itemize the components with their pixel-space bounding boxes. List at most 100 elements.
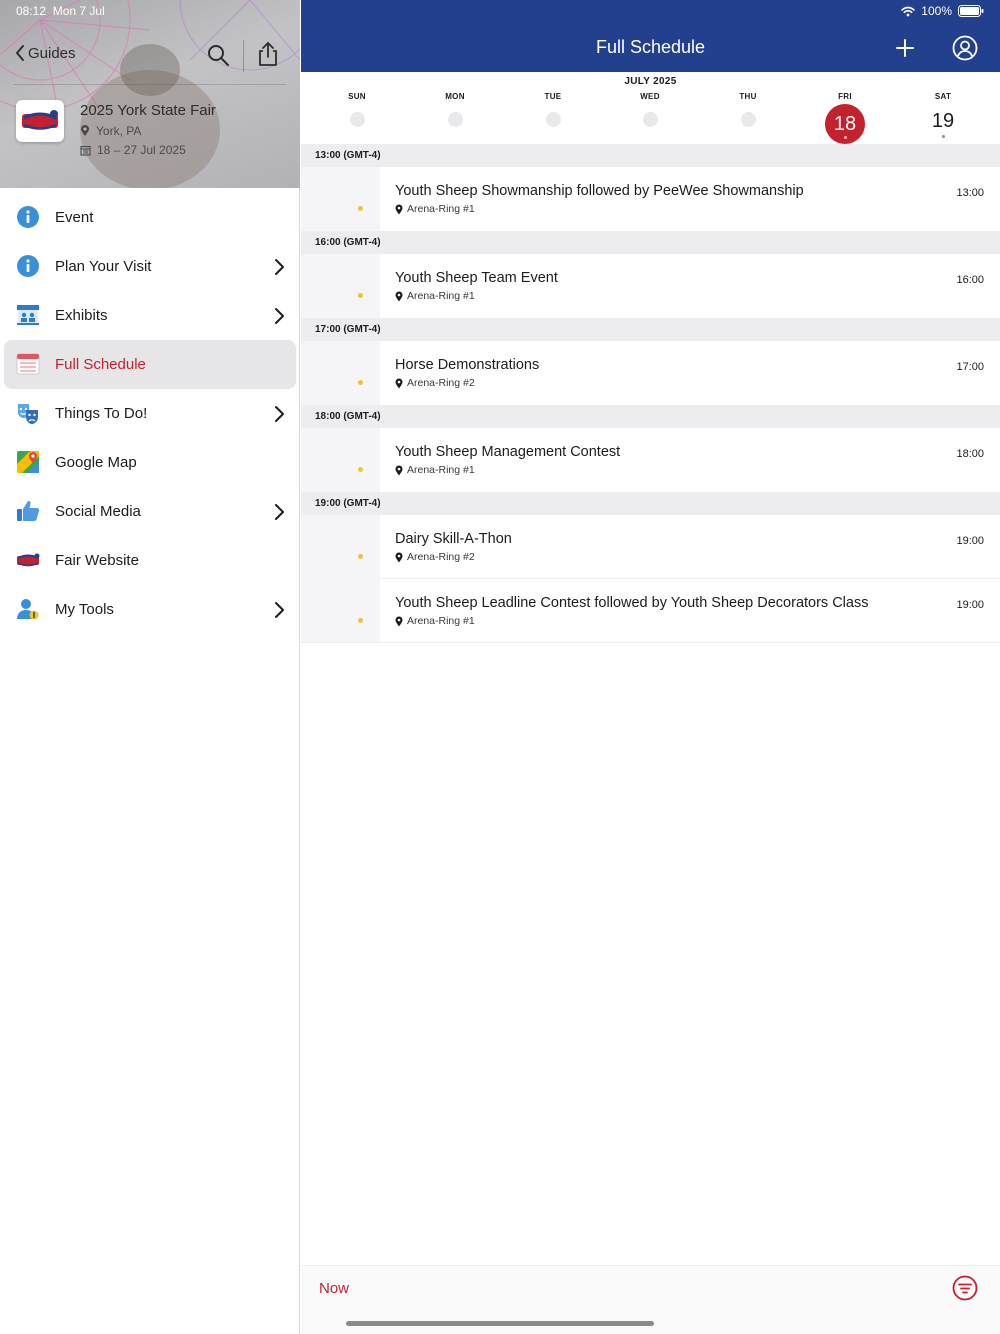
chevron-left-icon <box>16 45 24 61</box>
back-to-guides-button[interactable]: Guides <box>14 44 76 62</box>
event-indicator-dot <box>358 293 363 298</box>
event-indicator-dot <box>358 467 363 472</box>
event-location-text: Arena-Ring #1 <box>407 615 475 627</box>
toolbar-divider <box>243 40 244 72</box>
event-row[interactable]: 19:00 Youth Sheep Leadline Contest follo… <box>301 579 1000 643</box>
event-location-text: Arena-Ring #2 <box>407 377 475 389</box>
sidebar: 08:12 Mon 7 Jul Guides 2025 York State F… <box>0 0 300 1334</box>
google-maps-icon <box>17 451 39 473</box>
calendar-day-wed[interactable]: WED <box>620 92 680 127</box>
sidebar-item-label: Things To Do! <box>55 405 148 422</box>
event-hero-banner: 08:12 Mon 7 Jul Guides 2025 York State F… <box>0 0 300 188</box>
sidebar-item-plan-your-visit[interactable]: Plan Your Visit <box>0 242 300 291</box>
theater-masks-icon <box>18 404 38 424</box>
location-pin-icon <box>395 465 403 475</box>
back-button-label: Guides <box>28 44 76 62</box>
thumbs-up-icon <box>17 501 40 521</box>
time-column <box>301 428 380 492</box>
event-location-text: Arena-Ring #2 <box>407 551 475 563</box>
event-title: Dairy Skill-A-Thon <box>395 531 512 547</box>
schedule-list: 13:00 (GMT-4) 13:00 Youth Sheep Showmans… <box>301 144 1000 643</box>
search-icon[interactable] <box>206 43 230 67</box>
ferris-wheel-background-image <box>0 0 300 188</box>
info-icon <box>17 206 39 228</box>
sidebar-item-label: Full Schedule <box>55 356 146 373</box>
calendar-small-icon <box>80 145 91 156</box>
sidebar-item-things-to-do[interactable]: Things To Do! <box>0 389 300 438</box>
day-number: 19 <box>931 110 955 132</box>
event-title: Youth Sheep Management Contest <box>395 444 621 460</box>
time-section-header: 19:00 (GMT-4) <box>301 492 1000 515</box>
event-row[interactable]: 18:00 Youth Sheep Management Contest Are… <box>301 428 1000 492</box>
day-number-wrap: 19 <box>913 110 973 138</box>
time-column <box>301 167 380 231</box>
calendar-day-sun[interactable]: SUN <box>327 92 387 127</box>
day-name: FRI <box>838 92 852 101</box>
event-dates: 18 – 27 Jul 2025 <box>80 143 186 157</box>
event-row[interactable]: 19:00 Dairy Skill-A-Thon Arena-Ring #2 <box>301 515 1000 579</box>
status-clock: 08:12 <box>16 4 47 18</box>
week-calendar-strip: JULY 2025 SUN MON TUE WED THU FRI 18 SAT… <box>301 72 1000 144</box>
event-time: 19:00 <box>956 599 984 611</box>
location-pin-icon <box>395 552 403 562</box>
chevron-right-icon <box>275 602 284 618</box>
event-indicator-dot <box>358 554 363 559</box>
sidebar-item-event[interactable]: Event <box>0 193 300 242</box>
home-indicator[interactable] <box>346 1321 654 1326</box>
sidebar-item-full-schedule[interactable]: Full Schedule <box>4 340 296 389</box>
event-location: Arena-Ring #1 <box>395 615 475 627</box>
sidebar-item-my-tools[interactable]: My Tools <box>0 585 300 634</box>
status-date: Mon 7 Jul <box>52 4 105 18</box>
event-row[interactable]: 16:00 Youth Sheep Team Event Arena-Ring … <box>301 254 1000 318</box>
location-pin-icon <box>395 204 403 214</box>
event-location-text: York, PA <box>96 124 142 138</box>
user-tools-icon <box>17 599 39 620</box>
share-icon[interactable] <box>256 41 280 67</box>
event-row[interactable]: 17:00 Horse Demonstrations Arena-Ring #2 <box>301 341 1000 405</box>
calendar-day-sat[interactable]: SAT 19 <box>913 92 973 138</box>
sidebar-item-google-map[interactable]: Google Map <box>0 438 300 487</box>
event-row[interactable]: 13:00 Youth Sheep Showmanship followed b… <box>301 167 1000 231</box>
time-column <box>301 515 380 579</box>
day-name: SAT <box>934 92 952 101</box>
sidebar-item-label: Fair Website <box>55 552 139 569</box>
event-location: Arena-Ring #1 <box>395 464 475 476</box>
event-time: 16:00 <box>956 274 984 286</box>
chevron-right-icon <box>275 259 284 275</box>
sidebar-item-social-media[interactable]: Social Media <box>0 487 300 536</box>
calendar-day-tue[interactable]: TUE <box>523 92 583 127</box>
location-pin-icon <box>395 378 403 388</box>
event-location: Arena-Ring #1 <box>395 290 475 302</box>
sidebar-item-exhibits[interactable]: Exhibits <box>0 291 300 340</box>
chevron-right-icon <box>275 406 284 422</box>
event-indicator-dot <box>358 618 363 623</box>
event-indicator-dot <box>358 380 363 385</box>
profile-icon[interactable] <box>952 35 978 61</box>
add-icon[interactable] <box>893 36 917 60</box>
chevron-right-icon <box>275 504 284 520</box>
day-placeholder <box>447 112 463 127</box>
event-time: 18:00 <box>956 448 984 460</box>
calendar-day-mon[interactable]: MON <box>425 92 485 127</box>
york-fair-logo-icon <box>22 110 58 130</box>
calendar-day-fri[interactable]: FRI 18 <box>815 92 875 144</box>
day-name: TUE <box>544 92 562 101</box>
jump-to-now-button[interactable]: Now <box>319 1280 349 1297</box>
event-location: Arena-Ring #2 <box>395 551 475 563</box>
sidebar-item-label: Google Map <box>55 454 137 471</box>
time-section-header: 18:00 (GMT-4) <box>301 405 1000 428</box>
event-indicator-dot <box>358 206 363 211</box>
status-time: 08:12 Mon 7 Jul <box>16 4 105 18</box>
filter-icon[interactable] <box>952 1275 978 1301</box>
navigation-bar: 100% Full Schedule <box>301 0 1000 72</box>
event-location-text: Arena-Ring #1 <box>407 290 475 302</box>
york-fair-logo <box>16 100 64 142</box>
event-title: Youth Sheep Leadline Contest followed by… <box>395 595 869 611</box>
event-location-text: Arena-Ring #1 <box>407 203 475 215</box>
calendar-day-thu[interactable]: THU <box>718 92 778 127</box>
sidebar-item-fair-website[interactable]: Fair Website <box>0 536 300 585</box>
day-placeholder <box>349 112 365 127</box>
exhibits-booth-icon <box>17 305 39 325</box>
event-title: Youth Sheep Showmanship followed by PeeW… <box>395 183 804 199</box>
time-section-header: 13:00 (GMT-4) <box>301 144 1000 167</box>
